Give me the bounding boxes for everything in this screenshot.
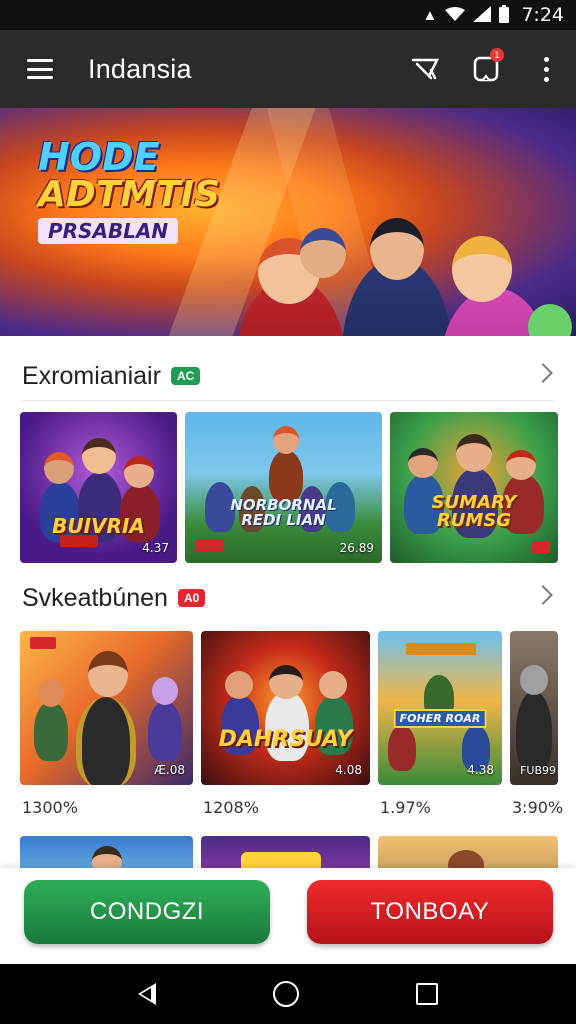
- divider: [22, 400, 554, 401]
- app-screen: ▲ 7:24 Indansia 1 HODE ADTMTIS PRSABLAN …: [0, 0, 576, 1024]
- hero-title: HODE ADTMTIS PRSABLAN: [38, 138, 238, 244]
- rating-text: 1300%: [22, 798, 78, 817]
- card-badge: [406, 643, 476, 655]
- card-badge: [195, 539, 224, 551]
- card-badge: [531, 541, 550, 553]
- game-card[interactable]: Æ.08: [20, 631, 193, 785]
- action-bar: CONDGZI TONBOAY: [0, 868, 576, 964]
- status-time: 7:24: [521, 4, 564, 26]
- game-card-title-art: FOHER ROAR: [393, 709, 487, 728]
- home-icon[interactable]: [272, 981, 299, 1007]
- card-size: 4.38: [467, 763, 494, 777]
- more-vert-icon: [543, 56, 549, 82]
- card-size: 26.89: [339, 541, 374, 555]
- game-card-title-art: BUIVRIA: [52, 514, 145, 538]
- status-bar: ▲ 7:24: [0, 0, 576, 30]
- game-card-title-art: NORBORNAL REDI LIAN: [230, 496, 337, 529]
- hero-character-head: [370, 218, 424, 280]
- hero-banner[interactable]: HODE ADTMTIS PRSABLAN: [0, 108, 576, 336]
- game-card-title-art: SUMARY RUMSG: [431, 492, 517, 531]
- menu-icon: [27, 59, 53, 79]
- section-title: Exromianiair: [22, 361, 161, 390]
- system-nav-bar: [0, 964, 576, 1024]
- rating-text: 1.97%: [380, 798, 431, 817]
- cast-button[interactable]: [396, 30, 456, 108]
- game-card[interactable]: FOHER ROAR 4.38: [378, 631, 502, 785]
- card-size: Æ.08: [154, 763, 185, 777]
- game-card[interactable]: SUMARY RUMSG: [390, 412, 558, 563]
- rating-text: 3:90%: [512, 798, 564, 817]
- section-header[interactable]: Svkeatbúnen A0: [0, 568, 576, 628]
- section-tag: A0: [177, 589, 206, 607]
- signal-icon: [473, 5, 492, 25]
- game-card[interactable]: NORBORNAL REDI LIAN 26.89: [185, 412, 382, 563]
- card-size: 4.08: [335, 763, 362, 777]
- more-options-button[interactable]: [516, 30, 576, 108]
- notification-badge: 1: [490, 48, 504, 62]
- menu-button[interactable]: [0, 30, 80, 108]
- hero-character-head: [452, 236, 512, 302]
- rating-text: 1208%: [203, 798, 259, 817]
- card-badge: [30, 637, 56, 649]
- secondary-action-button[interactable]: TONBOAY: [307, 880, 553, 944]
- wifi-icon: [445, 6, 466, 24]
- game-card[interactable]: DAHRSUAY 4.08: [201, 631, 370, 785]
- chevron-right-icon[interactable]: [533, 363, 553, 383]
- hero-character-head: [528, 304, 572, 336]
- battery-icon: [499, 4, 510, 26]
- back-icon[interactable]: [138, 983, 157, 1005]
- game-card-title-art: DAHRSUAY: [218, 727, 353, 752]
- card-badge: [60, 535, 99, 547]
- game-card[interactable]: BUIVRIA 4.37: [20, 412, 177, 563]
- hero-title-line1: HODE: [38, 135, 160, 179]
- game-card[interactable]: FUB99: [510, 631, 558, 785]
- app-bar: Indansia 1: [0, 30, 576, 108]
- hero-character-head: [300, 228, 346, 278]
- card-size: 4.37: [142, 541, 169, 555]
- notification-button[interactable]: 1: [456, 30, 516, 108]
- section-header[interactable]: Exromianiair AC: [0, 346, 576, 406]
- section-title: Svkeatbúnen: [22, 583, 168, 612]
- recents-icon[interactable]: [415, 983, 438, 1005]
- section-tag: AC: [170, 367, 201, 385]
- cast-icon: [411, 56, 441, 82]
- nfc-icon: ▲: [422, 6, 438, 24]
- hero-title-line2: ADTMTIS: [38, 174, 221, 215]
- hero-title-line3: PRSABLAN: [38, 218, 179, 244]
- card-size: FUB99: [520, 764, 556, 777]
- primary-action-button[interactable]: CONDGZI: [24, 880, 270, 944]
- app-title: Indansia: [88, 53, 192, 84]
- chevron-right-icon[interactable]: [533, 585, 553, 605]
